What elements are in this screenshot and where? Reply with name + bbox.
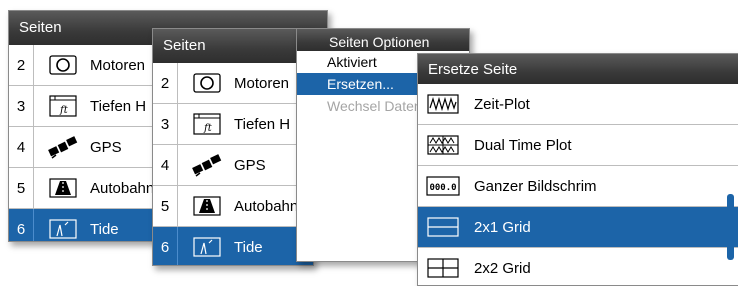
menu-title: Seiten Optionen: [297, 29, 469, 51]
replace-item-time-plot[interactable]: Zeit-Plot: [418, 84, 738, 125]
dual-time-plot-icon: [426, 134, 460, 156]
time-plot-icon: [426, 93, 460, 115]
tide-icon: [190, 235, 224, 259]
pages-panel-front: Seiten 2 Motoren 3 ft Tiefen H 4 GPS 5 A…: [152, 28, 314, 266]
page-number: 6: [153, 227, 178, 265]
gauge-icon: [46, 53, 80, 77]
scrollbar-thumb[interactable]: [727, 194, 734, 260]
gauge-icon: [190, 71, 224, 95]
replace-item-label: Dual Time Plot: [474, 136, 572, 154]
page-number: 3: [153, 104, 178, 144]
page-label: Motoren: [90, 56, 146, 74]
svg-text:ft: ft: [59, 105, 69, 116]
svg-text:ft: ft: [203, 123, 213, 134]
page-number: 2: [153, 63, 178, 103]
page-number: 4: [9, 127, 34, 167]
page-label: Motoren: [234, 74, 290, 92]
page-label: Tide: [234, 238, 263, 256]
page-label: Tiefen H: [234, 115, 291, 133]
replace-page-dialog: Ersetze Seite Zeit-Plot Dual Time Plot 0…: [417, 53, 738, 286]
page-label: GPS: [234, 156, 266, 174]
page-item-2[interactable]: 2 Motoren: [153, 63, 313, 104]
page-item-5[interactable]: 5 Autobahn: [153, 186, 313, 227]
page-item-4[interactable]: 4 GPS: [153, 145, 313, 186]
page-label: Autobahn: [90, 179, 155, 197]
replace-item-dual-time-plot[interactable]: Dual Time Plot: [418, 125, 738, 166]
svg-text:000.0: 000.0: [429, 183, 456, 193]
page-item-3[interactable]: 3 ft Tiefen H: [153, 104, 313, 145]
page-number: 5: [153, 186, 178, 226]
replace-item-grid-2x1[interactable]: 2x1 Grid: [418, 207, 738, 248]
page-label: Tiefen H: [90, 97, 147, 115]
tide-icon: [46, 217, 80, 241]
page-number: 2: [9, 45, 34, 85]
highway-icon: [190, 194, 224, 218]
page-label: Autobahn: [234, 197, 299, 215]
highway-icon: [46, 176, 80, 200]
depth-ft-icon: ft: [46, 94, 80, 118]
grid-2x1-icon: [426, 216, 460, 238]
replace-item-label: Zeit-Plot: [474, 95, 530, 113]
satellite-icon: [190, 153, 224, 177]
page-label: Tide: [90, 220, 119, 238]
page-number: 4: [153, 145, 178, 185]
page-number: 6: [9, 209, 34, 241]
page-item-6[interactable]: 6 Tide: [153, 227, 313, 265]
replace-item-label: Ganzer Bildschrim: [474, 177, 597, 195]
page-label: GPS: [90, 138, 122, 156]
satellite-icon: [46, 135, 80, 159]
page-number: 5: [9, 168, 34, 208]
panel-title: Seiten: [153, 29, 313, 63]
replace-item-label: 2x1 Grid: [474, 218, 531, 236]
full-screen-digits-icon: 000.0: [426, 175, 460, 197]
replace-item-grid-2x2[interactable]: 2x2 Grid: [418, 248, 738, 285]
replace-item-full-screen[interactable]: 000.0 Ganzer Bildschrim: [418, 166, 738, 207]
grid-2x2-icon: [426, 257, 460, 279]
page-number: 3: [9, 86, 34, 126]
depth-ft-icon: ft: [190, 112, 224, 136]
dialog-title: Ersetze Seite: [418, 54, 738, 84]
replace-item-label: 2x2 Grid: [474, 259, 531, 277]
